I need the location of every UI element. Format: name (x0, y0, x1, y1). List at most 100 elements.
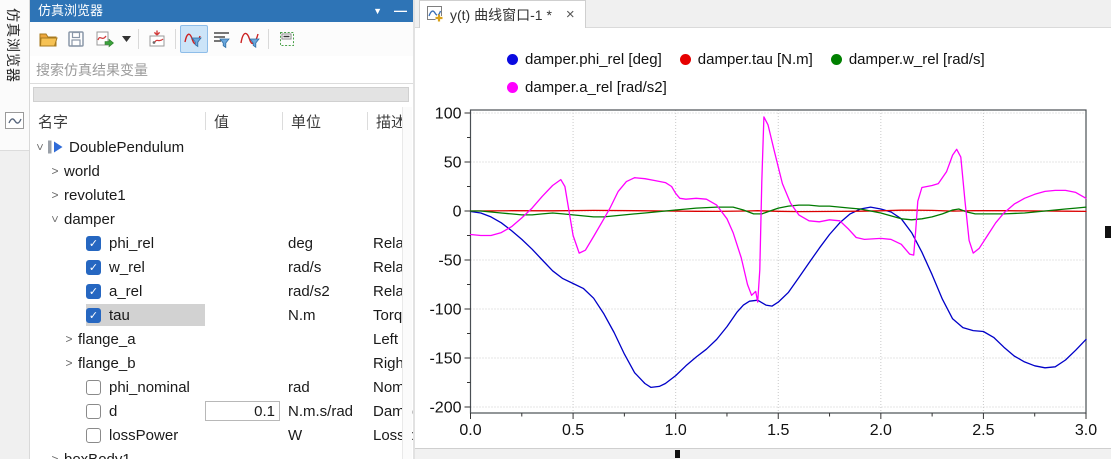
checkbox-tau[interactable]: ✓ (86, 307, 101, 323)
checkbox-phi_rel[interactable]: ✓ (86, 235, 101, 251)
tree-row-flange_b[interactable]: > flange_b Right (30, 351, 413, 375)
name-cell: > flange_a (30, 331, 205, 348)
legend-item-damper.phi_rel[interactable]: damper.phi_rel [deg] (507, 51, 662, 68)
tree-row-revolute1[interactable]: > revolute1 (30, 183, 413, 207)
tree-row-a_rel[interactable]: >✓a_relrad/s2Relati (30, 279, 413, 303)
svg-text:-200: -200 (429, 400, 461, 417)
tree-row-flange_a[interactable]: > flange_a Left f (30, 327, 413, 351)
legend-item-damper.a_rel[interactable]: damper.a_rel [rad/s2] (507, 79, 667, 96)
tree-row-w_rel[interactable]: >✓w_relrad/sRelati (30, 255, 413, 279)
row-label: DoublePendulum (69, 138, 185, 156)
row-label: flange_b (78, 354, 136, 372)
row-highlight: ✓d (86, 400, 205, 422)
name-cell: > damper (30, 211, 205, 228)
unit-cell: rad (288, 378, 310, 396)
tree-row-d[interactable]: >✓d0.1N.m.s/radDamp (30, 399, 413, 423)
tree-scrollbar[interactable] (402, 107, 412, 459)
checkbox-lossPower[interactable]: ✓ (86, 427, 101, 443)
panel-minimize-button[interactable]: — (394, 4, 407, 17)
legend-item-damper.tau[interactable]: damper.tau [N.m] (679, 51, 813, 68)
checkbox-w_rel[interactable]: ✓ (86, 259, 101, 275)
tab-close-button[interactable]: × (566, 7, 575, 22)
app-window: 仿真浏览器 仿真浏览器 ▼ — 搜索仿真结果变量 名字 值 单位 描述 > Do… (0, 0, 1111, 459)
name-cell: > boxBody1 (30, 451, 205, 459)
svg-text:1.5: 1.5 (767, 422, 789, 439)
checkbox-phi_nominal[interactable]: ✓ (86, 379, 101, 395)
dropdown-caret-icon (121, 36, 131, 42)
value-input-d[interactable]: 0.1 (205, 401, 280, 421)
value-cell (205, 184, 282, 206)
row-label: flange_a (78, 330, 136, 348)
svg-text:3.0: 3.0 (1075, 422, 1097, 439)
panel-menu-button[interactable]: ▼ (373, 0, 382, 22)
expander-damper[interactable]: > (48, 212, 62, 226)
legend-item-damper.w_rel[interactable]: damper.w_rel [rad/s] (830, 51, 985, 68)
filter-list-icon (214, 32, 230, 49)
legend-label: damper.w_rel [rad/s] (848, 51, 985, 68)
tab-curve-window-1[interactable]: y(t) 曲线窗口-1 * × (419, 0, 586, 28)
tree-row-lossPower[interactable]: >✓lossPowerWLoss p (30, 423, 413, 447)
value-cell (205, 352, 282, 374)
name-cell: >✓phi_nominal (30, 376, 205, 398)
value-cell (205, 304, 282, 326)
expander-world[interactable]: > (48, 164, 62, 178)
value-cell (205, 376, 282, 398)
legend-label: damper.tau [N.m] (697, 51, 813, 68)
unit-cell: W (288, 426, 303, 444)
export-dropdown-button[interactable] (118, 25, 134, 53)
row-highlight: ✓ tau (86, 304, 205, 326)
unit-cell: rad/s (288, 258, 322, 276)
filter-curve-icon (184, 33, 202, 48)
tree-row-DoublePendulum[interactable]: > DoublePendulum (30, 135, 413, 159)
expander-revolute1[interactable]: > (48, 188, 62, 202)
dock-tab-strip: 仿真浏览器 (0, 0, 30, 459)
row-highlight: ✓ lossPower (86, 424, 205, 446)
open-folder-button[interactable] (34, 25, 62, 53)
expander-boxBody1[interactable]: > (48, 452, 62, 459)
plot-legend-row-1: damper.phi_rel [deg] damper.tau [N.m] damp… (507, 51, 985, 68)
legend-dot (507, 82, 518, 93)
expander-DoublePendulum[interactable]: > (33, 140, 47, 154)
toggle-panel-button[interactable] (273, 25, 301, 53)
save-icon (68, 31, 84, 47)
name-cell: > flange_b (30, 355, 205, 372)
value-cell (205, 160, 282, 182)
legend-dot (679, 54, 691, 65)
tree-row-boxBody1[interactable]: > boxBody1 (30, 447, 413, 459)
column-header-value[interactable]: 值 (206, 111, 282, 132)
value-cell (205, 256, 282, 278)
expander-flange_b[interactable]: > (62, 356, 76, 370)
search-input[interactable] (30, 57, 406, 83)
row-highlight: ✓ w_rel (86, 256, 205, 278)
tree-row-tau[interactable]: >✓tauN.mTorqu (30, 303, 413, 327)
svg-text:-50: -50 (438, 253, 461, 270)
right-splitter-handle[interactable] (1105, 226, 1111, 238)
value-cell (205, 136, 282, 158)
plot-canvas[interactable]: 0.0 0.5 1.0 1.5 2.0 2.5 3.0 100 50 0 -50 -100 -150 -2… (415, 100, 1111, 445)
row-label: tau (109, 306, 130, 324)
name-cell: > DoublePendulum (30, 139, 205, 156)
filter-curves-button[interactable] (180, 25, 208, 53)
expander-flange_a[interactable]: > (62, 332, 76, 346)
filter-list-button[interactable] (208, 25, 236, 53)
filter-curve-alt-button[interactable] (236, 25, 264, 53)
export-curves-button[interactable] (90, 25, 118, 53)
value-cell (205, 280, 282, 302)
save-button[interactable] (62, 25, 90, 53)
dock-tab-simulation-browser[interactable]: 仿真浏览器 (0, 0, 29, 151)
checkbox-a_rel[interactable]: ✓ (86, 283, 101, 299)
bottom-splitter-handle[interactable] (675, 450, 680, 458)
load-result-button[interactable] (143, 25, 171, 53)
panel-title: 仿真浏览器 (38, 3, 104, 18)
tree-row-world[interactable]: > world (30, 159, 413, 183)
folder-icon (39, 33, 58, 47)
curve-wave-icon (5, 112, 24, 129)
column-header-name[interactable]: 名字 (30, 111, 205, 132)
tab-title: y(t) 曲线窗口-1 * (450, 6, 552, 23)
checkbox-d[interactable]: ✓ (86, 403, 101, 419)
tree-row-phi_rel[interactable]: >✓phi_reldegRelati (30, 231, 413, 255)
column-header-unit[interactable]: 单位 (283, 111, 367, 132)
tree-row-damper[interactable]: > damper (30, 207, 413, 231)
tree-row-phi_nominal[interactable]: >✓phi_nominalradNomi (30, 375, 413, 399)
plot-window-panel: y(t) 曲线窗口-1 * × damper.phi_rel [deg] damp… (415, 0, 1111, 459)
